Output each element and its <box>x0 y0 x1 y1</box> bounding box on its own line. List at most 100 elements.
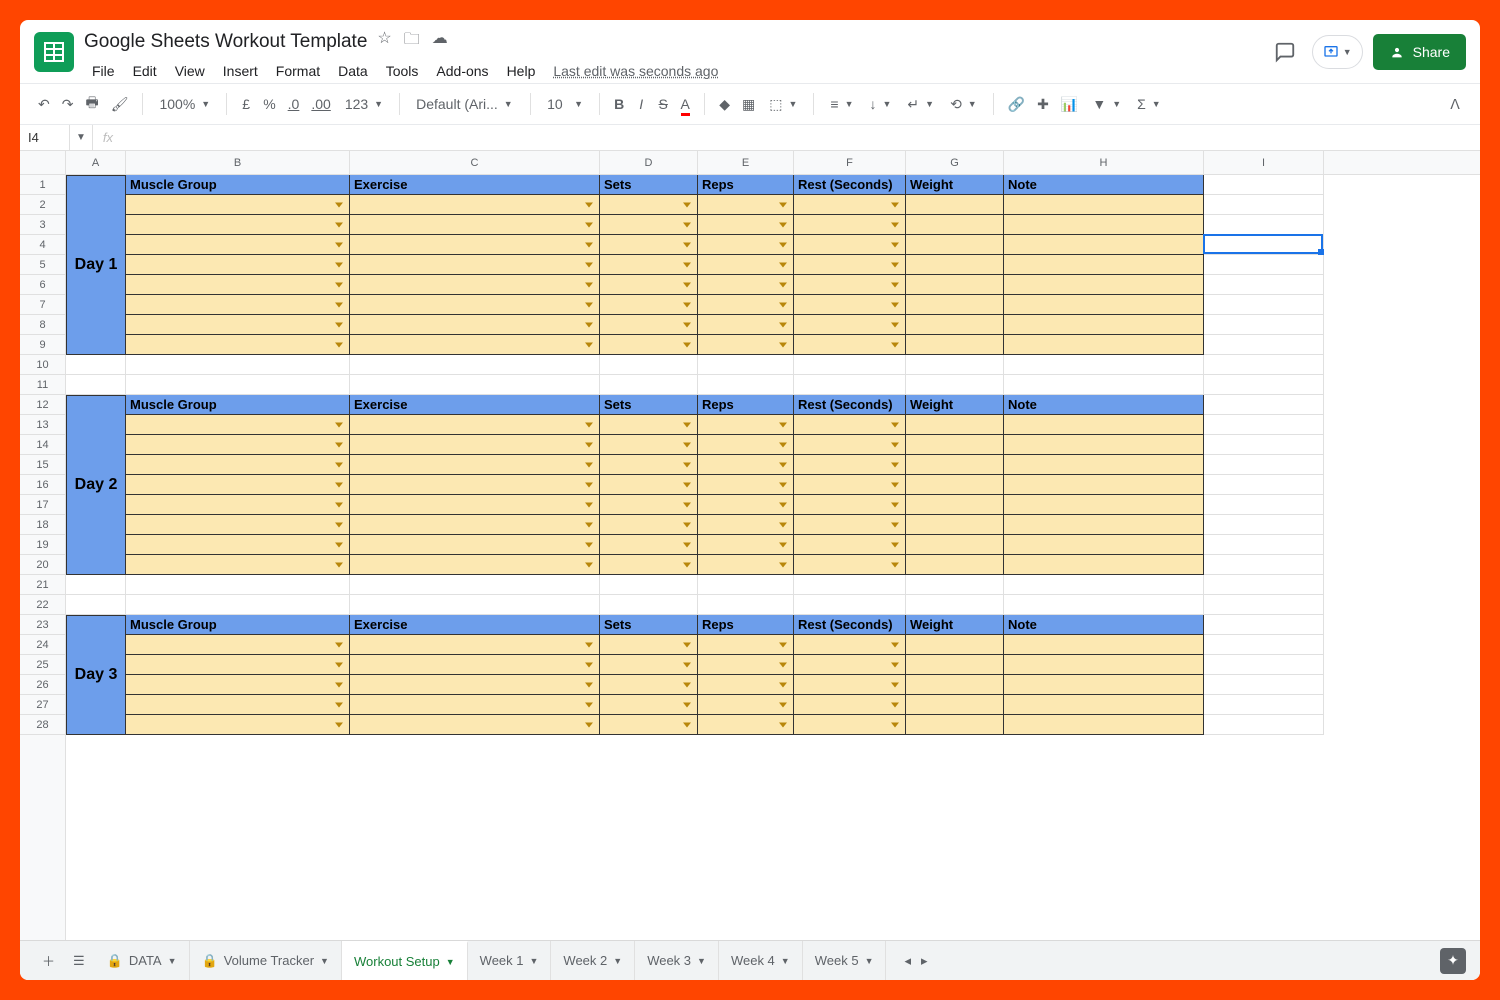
cell[interactable] <box>600 335 698 355</box>
dropdown-arrow-icon[interactable] <box>335 722 343 727</box>
dropdown-arrow-icon[interactable] <box>779 222 787 227</box>
cell[interactable] <box>126 375 350 395</box>
cell[interactable] <box>698 695 794 715</box>
percent-icon[interactable]: % <box>259 94 279 114</box>
dropdown-arrow-icon[interactable] <box>683 282 691 287</box>
cell[interactable] <box>126 535 350 555</box>
menu-data[interactable]: Data <box>330 59 376 83</box>
cell[interactable] <box>1004 595 1204 615</box>
cell[interactable] <box>350 575 600 595</box>
cell[interactable] <box>906 255 1004 275</box>
dropdown-arrow-icon[interactable] <box>891 662 899 667</box>
tab-nav-left-icon[interactable]: ◂ <box>904 953 911 969</box>
dropdown-arrow-icon[interactable] <box>779 682 787 687</box>
comments-icon[interactable] <box>1268 35 1302 69</box>
dropdown-arrow-icon[interactable] <box>891 262 899 267</box>
row-header[interactable]: 23 <box>20 615 65 635</box>
cell[interactable] <box>906 335 1004 355</box>
cell[interactable] <box>698 275 794 295</box>
cell[interactable] <box>600 435 698 455</box>
name-box-dropdown[interactable]: ▼ <box>70 125 93 150</box>
row-header[interactable]: 7 <box>20 295 65 315</box>
cell[interactable]: Sets <box>600 615 698 635</box>
cell[interactable] <box>600 375 698 395</box>
cell[interactable] <box>600 355 698 375</box>
cell[interactable] <box>350 635 600 655</box>
cell[interactable] <box>350 535 600 555</box>
row-header[interactable]: 14 <box>20 435 65 455</box>
cell[interactable] <box>1204 175 1324 195</box>
cell[interactable] <box>126 635 350 655</box>
cell[interactable] <box>794 475 906 495</box>
cell[interactable] <box>126 255 350 275</box>
dropdown-arrow-icon[interactable] <box>891 522 899 527</box>
dropdown-arrow-icon[interactable] <box>585 242 593 247</box>
redo-icon[interactable]: ↷ <box>58 94 78 115</box>
dropdown-arrow-icon[interactable] <box>891 282 899 287</box>
font-size-select[interactable]: 10▼ <box>541 94 589 114</box>
dropdown-arrow-icon[interactable] <box>335 462 343 467</box>
cell[interactable] <box>794 455 906 475</box>
tab-menu-icon[interactable]: ▼ <box>168 956 177 966</box>
dropdown-arrow-icon[interactable] <box>891 302 899 307</box>
row-header[interactable]: 17 <box>20 495 65 515</box>
cell[interactable] <box>1004 335 1204 355</box>
rotate-icon[interactable]: ⟲ ▼ <box>944 94 983 115</box>
dropdown-arrow-icon[interactable] <box>891 702 899 707</box>
cell[interactable] <box>600 415 698 435</box>
dropdown-arrow-icon[interactable] <box>891 722 899 727</box>
col-header[interactable]: E <box>698 151 794 174</box>
dropdown-arrow-icon[interactable] <box>683 522 691 527</box>
cell[interactable] <box>794 335 906 355</box>
cell[interactable] <box>906 475 1004 495</box>
dropdown-arrow-icon[interactable] <box>585 202 593 207</box>
row-header[interactable]: 20 <box>20 555 65 575</box>
dropdown-arrow-icon[interactable] <box>683 502 691 507</box>
day-label-cell[interactable]: Day 2 <box>66 395 126 575</box>
dropdown-arrow-icon[interactable] <box>585 702 593 707</box>
cell[interactable] <box>906 375 1004 395</box>
cell[interactable] <box>350 715 600 735</box>
dropdown-arrow-icon[interactable] <box>779 442 787 447</box>
cell[interactable] <box>600 535 698 555</box>
cell[interactable] <box>1204 435 1324 455</box>
cells-container[interactable]: Muscle GroupExerciseSetsRepsRest (Second… <box>66 175 1480 735</box>
row-header[interactable]: 5 <box>20 255 65 275</box>
dropdown-arrow-icon[interactable] <box>683 422 691 427</box>
cell[interactable] <box>350 595 600 615</box>
comment-icon[interactable]: ✚ <box>1033 94 1053 115</box>
cell[interactable] <box>794 515 906 535</box>
sheet-tab[interactable]: 🔒Volume Tracker▼ <box>190 941 342 980</box>
cell[interactable] <box>126 495 350 515</box>
cell[interactable] <box>1204 355 1324 375</box>
cell[interactable] <box>600 195 698 215</box>
sheet-tab[interactable]: Week 5▼ <box>803 941 887 980</box>
more-formats[interactable]: 123▼ <box>339 94 389 114</box>
menu-add-ons[interactable]: Add-ons <box>428 59 496 83</box>
cell[interactable] <box>698 635 794 655</box>
cell[interactable] <box>794 535 906 555</box>
cell[interactable] <box>350 355 600 375</box>
cell[interactable] <box>794 495 906 515</box>
row-header[interactable]: 21 <box>20 575 65 595</box>
cell[interactable]: Note <box>1004 395 1204 415</box>
cell[interactable] <box>126 275 350 295</box>
sheet-tab[interactable]: Week 1▼ <box>468 941 552 980</box>
row-header[interactable]: 19 <box>20 535 65 555</box>
tab-menu-icon[interactable]: ▼ <box>320 956 329 966</box>
doc-title[interactable]: Google Sheets Workout Template <box>84 31 367 53</box>
increase-decimal-icon[interactable]: .00 <box>307 94 334 114</box>
cell[interactable]: Reps <box>698 175 794 195</box>
cell[interactable] <box>698 475 794 495</box>
cell[interactable] <box>350 555 600 575</box>
cell[interactable] <box>698 335 794 355</box>
cell[interactable] <box>1004 655 1204 675</box>
menu-edit[interactable]: Edit <box>125 59 165 83</box>
sheet-tab[interactable]: Week 2▼ <box>551 941 635 980</box>
cell[interactable]: Rest (Seconds) <box>794 395 906 415</box>
dropdown-arrow-icon[interactable] <box>585 282 593 287</box>
dropdown-arrow-icon[interactable] <box>683 302 691 307</box>
cell[interactable] <box>906 555 1004 575</box>
tab-menu-icon[interactable]: ▼ <box>446 957 455 967</box>
dropdown-arrow-icon[interactable] <box>335 482 343 487</box>
